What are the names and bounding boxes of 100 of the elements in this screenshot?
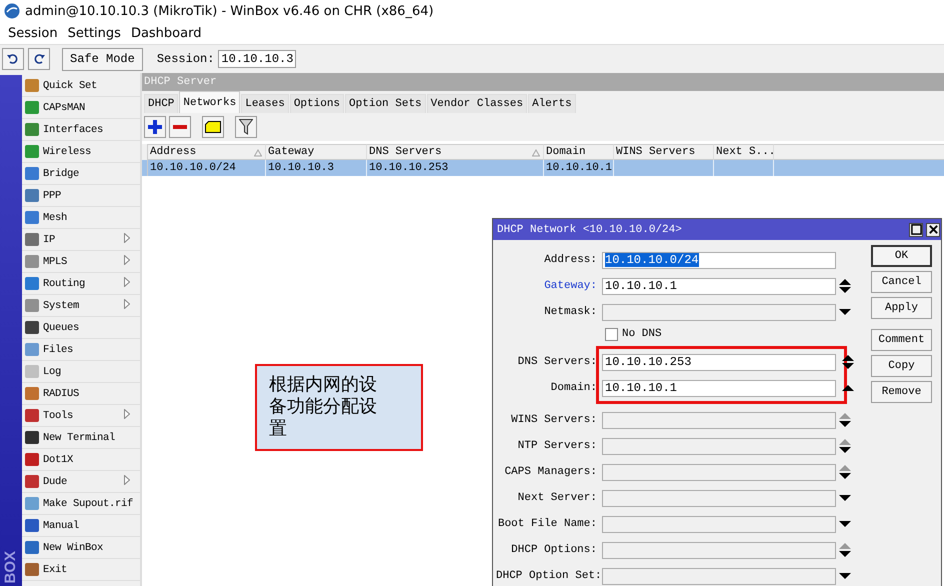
sidebar-item[interactable]: Queues bbox=[22, 317, 140, 339]
window-title: admin@10.10.10.3 (MikroTik) - WinBox v6.46 on CHR (x86_64) bbox=[25, 4, 434, 18]
sidebar-item[interactable]: Files bbox=[22, 339, 140, 361]
safe-mode-button[interactable]: Safe Mode bbox=[62, 48, 143, 70]
down-arrow-icon[interactable] bbox=[839, 309, 851, 315]
dialog-button[interactable]: Apply bbox=[871, 297, 932, 319]
add-button[interactable] bbox=[144, 116, 166, 138]
square-icon bbox=[25, 563, 39, 576]
sidebar-item[interactable]: Quick Set bbox=[22, 75, 140, 97]
table-cell: 10.10.10.3 bbox=[268, 162, 334, 174]
field-label-link[interactable]: Gateway: bbox=[496, 280, 602, 292]
checkbox[interactable] bbox=[605, 328, 618, 340]
undo-button[interactable] bbox=[2, 48, 24, 70]
column-header[interactable]: Gateway bbox=[266, 144, 367, 160]
sidebar-item[interactable]: Routing bbox=[22, 273, 140, 295]
sidebar-item[interactable]: Dude bbox=[22, 471, 140, 493]
sidebar-item[interactable]: PPP bbox=[22, 185, 140, 207]
down-arrow-icon[interactable] bbox=[839, 573, 851, 579]
sidebar-item[interactable]: Tools bbox=[22, 405, 140, 427]
column-header[interactable]: Domain bbox=[544, 144, 614, 160]
dialog-button[interactable]: Comment bbox=[871, 329, 932, 351]
menu-item[interactable]: Dashboard bbox=[126, 26, 206, 40]
close-button[interactable] bbox=[926, 222, 940, 236]
sidebar-item[interactable]: Make Supout.rif bbox=[22, 493, 140, 515]
dialog-button[interactable]: Remove bbox=[871, 381, 932, 403]
down-arrow-icon[interactable] bbox=[839, 521, 851, 527]
input-field[interactable] bbox=[602, 568, 836, 584]
menu-item[interactable]: Settings bbox=[62, 26, 126, 40]
input-field[interactable] bbox=[602, 464, 836, 480]
maximize-button[interactable] bbox=[909, 222, 923, 236]
down-arrow-icon[interactable] bbox=[839, 447, 851, 453]
dialog-button[interactable]: Cancel bbox=[871, 271, 932, 293]
field-label: Next Server: bbox=[516, 492, 598, 504]
comment-button[interactable] bbox=[202, 116, 224, 138]
menu-item[interactable]: Session bbox=[3, 26, 63, 40]
dialog-button[interactable]: OK bbox=[871, 245, 932, 267]
table-row[interactable]: 10.10.10.0/24 10.10.10.3 10.10.10.253 10.10.10.1 bbox=[142, 160, 944, 176]
square-icon bbox=[25, 343, 39, 356]
down-arrow-icon[interactable] bbox=[839, 551, 851, 557]
down-arrow-icon[interactable] bbox=[839, 473, 851, 479]
input-field[interactable] bbox=[602, 542, 836, 558]
sidebar-item[interactable]: Exit bbox=[22, 559, 140, 581]
field-label: Boot File Name: bbox=[496, 518, 598, 530]
tab[interactable]: Alerts bbox=[528, 94, 576, 113]
up-arrow-icon[interactable] bbox=[842, 385, 854, 391]
input-field[interactable] bbox=[602, 438, 836, 454]
input-field[interactable] bbox=[602, 490, 836, 506]
tab[interactable]: Options bbox=[290, 94, 344, 113]
square-icon bbox=[25, 211, 39, 224]
tab[interactable]: Networks bbox=[179, 91, 240, 113]
sidebar-item[interactable]: Interfaces bbox=[22, 119, 140, 141]
tab[interactable]: Leases bbox=[241, 94, 289, 113]
session-field[interactable]: 10.10.10.3 bbox=[218, 50, 296, 68]
down-arrow-icon[interactable] bbox=[842, 363, 854, 369]
input-field[interactable] bbox=[602, 412, 836, 428]
up-arrow-icon[interactable] bbox=[842, 355, 854, 361]
square-icon bbox=[25, 431, 39, 444]
down-arrow-icon[interactable] bbox=[839, 495, 851, 501]
field-label: WINS Servers: bbox=[510, 414, 598, 426]
sidebar-item[interactable]: Dot1X bbox=[22, 449, 140, 471]
input-field[interactable]: 10.10.10.1 bbox=[602, 278, 836, 294]
sidebar-item[interactable]: MPLS bbox=[22, 251, 140, 273]
sidebar-item[interactable]: Bridge bbox=[22, 163, 140, 185]
sidebar-item[interactable]: New Terminal bbox=[22, 427, 140, 449]
column-header[interactable]: DNS Servers bbox=[367, 144, 544, 160]
sidebar-item[interactable]: CAPsMAN bbox=[22, 97, 140, 119]
field-label: NTP Servers: bbox=[516, 440, 598, 452]
column-header[interactable]: Address bbox=[148, 144, 266, 160]
sidebar-item[interactable]: RADIUS bbox=[22, 383, 140, 405]
square-icon bbox=[25, 299, 39, 312]
checkbox-label: No DNS bbox=[622, 328, 662, 340]
redo-button[interactable] bbox=[28, 48, 50, 70]
tab[interactable]: Option Sets bbox=[345, 94, 426, 113]
input-field[interactable]: 10.10.10.1 bbox=[602, 380, 836, 396]
down-arrow-icon[interactable] bbox=[839, 287, 851, 293]
sidebar-item[interactable]: New WinBox bbox=[22, 537, 140, 559]
tab[interactable]: DHCP bbox=[144, 94, 178, 113]
square-icon bbox=[25, 365, 39, 378]
sidebar-item[interactable]: Manual bbox=[22, 515, 140, 537]
sidebar-item[interactable]: Wireless bbox=[22, 141, 140, 163]
square-icon bbox=[25, 475, 39, 488]
remove-button[interactable] bbox=[169, 116, 191, 138]
square-icon bbox=[25, 79, 39, 92]
sidebar-item[interactable]: Mesh bbox=[22, 207, 140, 229]
tab[interactable]: Vendor Classes bbox=[426, 94, 528, 113]
sidebar-item[interactable]: IP bbox=[22, 229, 140, 251]
undo-icon bbox=[6, 52, 20, 66]
dialog-title: DHCP Network <10.10.10.0/24> bbox=[497, 224, 683, 236]
dialog-button[interactable]: Copy bbox=[871, 355, 932, 377]
up-arrow-icon[interactable] bbox=[839, 279, 851, 285]
input-field[interactable] bbox=[602, 516, 836, 532]
field-label: DHCP Option Set: bbox=[496, 570, 602, 582]
column-header[interactable]: WINS Servers bbox=[614, 144, 714, 160]
input-field[interactable]: 10.10.10.253 bbox=[602, 354, 836, 370]
sidebar-item[interactable]: System bbox=[22, 295, 140, 317]
filter-button[interactable] bbox=[235, 116, 257, 138]
sidebar-item[interactable]: Log bbox=[22, 361, 140, 383]
input-field[interactable]: 10.10.10.0/24 bbox=[602, 252, 836, 268]
down-arrow-icon[interactable] bbox=[839, 421, 851, 427]
input-field[interactable] bbox=[602, 304, 836, 320]
